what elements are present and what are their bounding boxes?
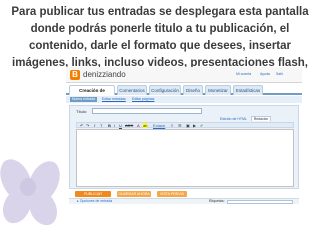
main-tabs: Creación de entradas Comentarios Configu… [66,84,302,103]
blogger-logo-icon[interactable]: B [70,70,80,80]
formatting-toolbar: ↶ ↷ f T B I U ABC A ab Enlace ≡ ☰ ▣ ▶ ✔ [76,122,294,128]
subtab-new-post[interactable]: Nueva entrada [70,97,97,102]
preview-button[interactable]: VISTA PREVIA [157,191,187,197]
publish-button[interactable]: PUBLICAR ENTRADA [75,191,111,202]
tags-input[interactable] [227,200,293,204]
spellcheck-icon[interactable]: ✔ [200,123,203,128]
save-draft-button[interactable]: GUARDAR AHORA [117,191,151,197]
tab-design[interactable]: Diseño [183,85,203,95]
subtab-edit-pages[interactable]: Editar páginas [132,97,154,102]
video-icon[interactable]: ▶ [193,123,196,128]
tab-stats[interactable]: Estadísticas [233,85,263,95]
tab-monetize[interactable]: Monetizar [205,85,231,95]
help-link[interactable]: Ayuda [260,72,270,76]
top-bar: B denizziando Mi cuenta Ayuda Salir [66,67,302,83]
tags-label: Etiquetas: [209,199,225,203]
title-input[interactable] [92,108,202,114]
compose-tab[interactable]: Redactar [250,116,271,121]
post-options-link[interactable]: ▸ Opciones de entrada [77,199,112,204]
link-button[interactable]: Enlace [153,123,165,128]
post-editor-panel: Título: Edición de HTML Redactar ↶ ↷ f T… [69,105,299,189]
tab-comments[interactable]: Comentarios [117,85,147,95]
font-icon[interactable]: f [94,123,95,128]
sub-navigation: Nueva entrada Editar entradas Editar pág… [66,96,302,103]
bold-icon[interactable]: B [108,123,111,128]
post-options-bar: ▸ Opciones de entrada Etiquetas: [69,198,299,204]
editor-mode-switch: Edición de HTML Redactar [220,116,271,121]
logout-link[interactable]: Salir [276,72,283,76]
text-color-icon[interactable]: A [137,123,140,128]
underline-icon[interactable]: U [119,123,122,128]
subtab-edit-posts[interactable]: Editar entradas [102,97,126,102]
redo-icon[interactable]: ↷ [86,123,89,128]
account-link[interactable]: Mi cuenta [236,72,251,76]
undo-icon[interactable]: ↶ [80,123,83,128]
tab-settings[interactable]: Configuración [149,85,181,95]
tab-posting[interactable]: Creación de entradas [69,85,115,103]
title-label: Título: [76,109,88,114]
font-size-icon[interactable]: T [100,123,102,128]
strikethrough-icon[interactable]: ABC [125,123,133,128]
align-icon[interactable]: ≡ [171,123,173,128]
highlight-icon[interactable]: ab [143,123,148,128]
edit-html-tab[interactable]: Edición de HTML [220,117,247,121]
list-icon[interactable]: ☰ [178,123,182,128]
blogger-screenshot: B denizziando Mi cuenta Ayuda Salir Crea… [66,67,302,204]
italic-icon[interactable]: I [114,123,115,128]
image-icon[interactable]: ▣ [186,123,190,128]
post-body-editor[interactable] [76,129,294,187]
blog-name[interactable]: denizziando [83,70,126,79]
